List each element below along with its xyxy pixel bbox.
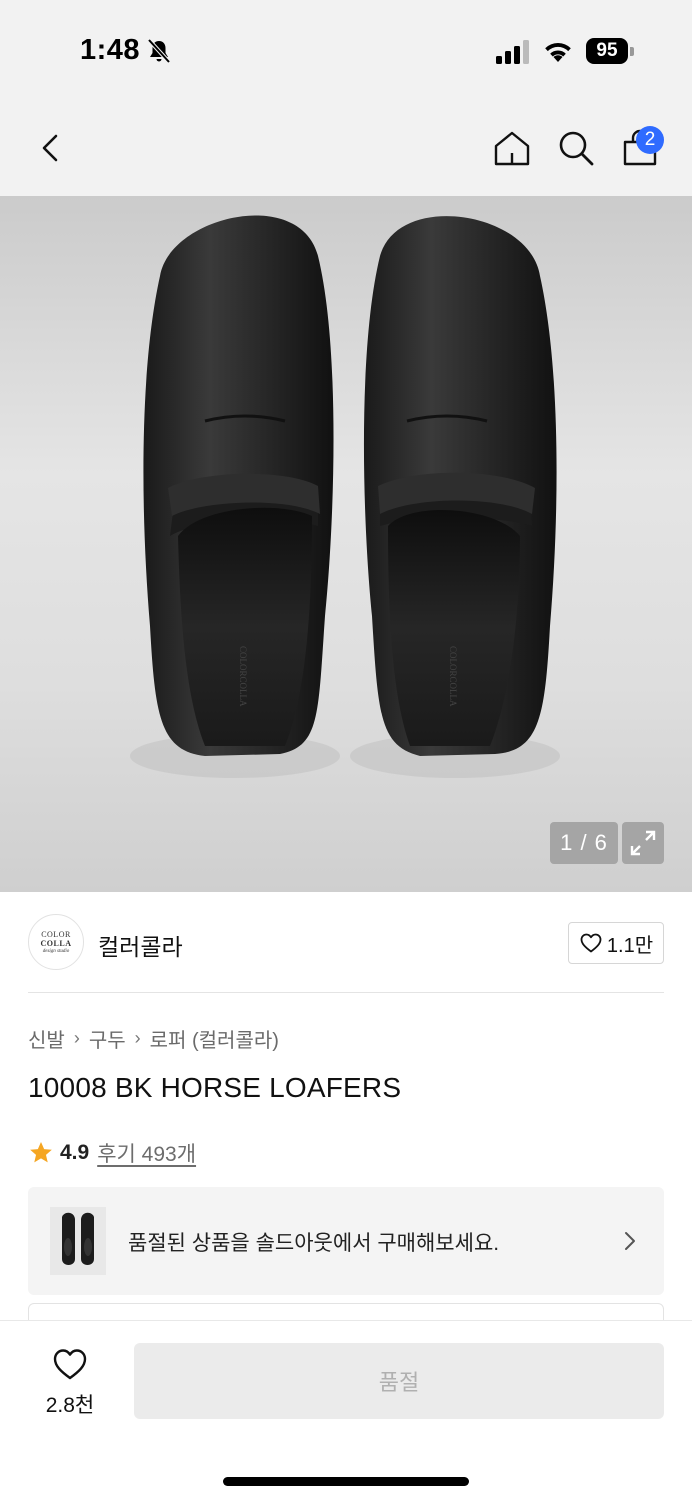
- brand-name[interactable]: 컬러콜라: [98, 928, 183, 962]
- rating-value: 4.9: [60, 1141, 90, 1164]
- divider: [28, 992, 664, 993]
- signal-icon: [496, 40, 529, 64]
- bottom-action-bar: 2.8천 품절: [0, 1320, 692, 1500]
- product-image-gallery[interactable]: COLORCOLLA COLORCOLLA 1 / 6: [0, 196, 692, 892]
- status-bar: 1:48 95: [0, 0, 692, 100]
- breadcrumb-item-shoes[interactable]: 신발: [28, 1024, 65, 1053]
- brand-like-button[interactable]: 1.1만: [568, 922, 664, 964]
- rating-row: 4.9 후기 493개: [28, 1138, 196, 1168]
- top-nav-bar: [0, 100, 692, 196]
- product-title: 10008 BK HORSE LOAFERS: [28, 1072, 402, 1103]
- status-time: 1:48: [80, 34, 141, 66]
- svg-text:COLORCOLLA: COLORCOLLA: [448, 646, 458, 707]
- chevron-right-icon: ›: [134, 1027, 141, 1048]
- battery-level: 95: [586, 38, 628, 64]
- image-counter: 1 / 6: [550, 822, 618, 864]
- back-icon[interactable]: [32, 128, 72, 168]
- star-icon: [30, 1141, 52, 1163]
- heart-icon: [580, 933, 602, 953]
- battery-icon: 95: [586, 38, 634, 64]
- home-icon[interactable]: [492, 128, 532, 168]
- search-icon[interactable]: [556, 128, 596, 168]
- breadcrumb: 신발 › 구두 › 로퍼 (컬러콜라): [28, 1024, 279, 1052]
- brand-row[interactable]: COLOR COLLA design studio 컬러콜라 1.1만: [28, 912, 664, 974]
- breadcrumb-item-loafers[interactable]: 로퍼 (컬러콜라): [150, 1024, 279, 1053]
- wifi-icon: [545, 42, 571, 62]
- brand-like-count: 1.1만: [606, 934, 654, 957]
- review-link[interactable]: 후기 493개: [97, 1138, 196, 1168]
- soldout-banner[interactable]: 품절된 상품을 솔드아웃에서 구매해보세요.: [28, 1187, 664, 1295]
- left-shoe: COLORCOLLA: [130, 215, 340, 778]
- chevron-right-icon: ›: [73, 1027, 80, 1048]
- wishlist-count: 2.8천: [45, 1394, 95, 1417]
- expand-button[interactable]: [622, 822, 664, 864]
- breadcrumb-item-dress-shoes[interactable]: 구두: [89, 1024, 126, 1053]
- soldout-button[interactable]: 품절: [134, 1343, 664, 1419]
- home-indicator: [223, 1477, 469, 1486]
- soldout-thumbnail: [50, 1207, 106, 1275]
- svg-text:COLORCOLLA: COLORCOLLA: [238, 646, 248, 707]
- brand-logo[interactable]: COLOR COLLA design studio: [28, 914, 84, 970]
- chevron-right-icon: [625, 1232, 635, 1250]
- cart-badge: 2: [636, 126, 664, 154]
- expand-icon: [630, 830, 656, 856]
- bell-slash-icon: [147, 38, 171, 64]
- product-image: COLORCOLLA COLORCOLLA: [130, 215, 560, 778]
- right-shoe: COLORCOLLA: [350, 216, 560, 778]
- heart-icon: [53, 1349, 87, 1380]
- wishlist-button[interactable]: 2.8천: [30, 1347, 110, 1417]
- soldout-text: 품절된 상품을 솔드아웃에서 구매해보세요.: [128, 1232, 500, 1255]
